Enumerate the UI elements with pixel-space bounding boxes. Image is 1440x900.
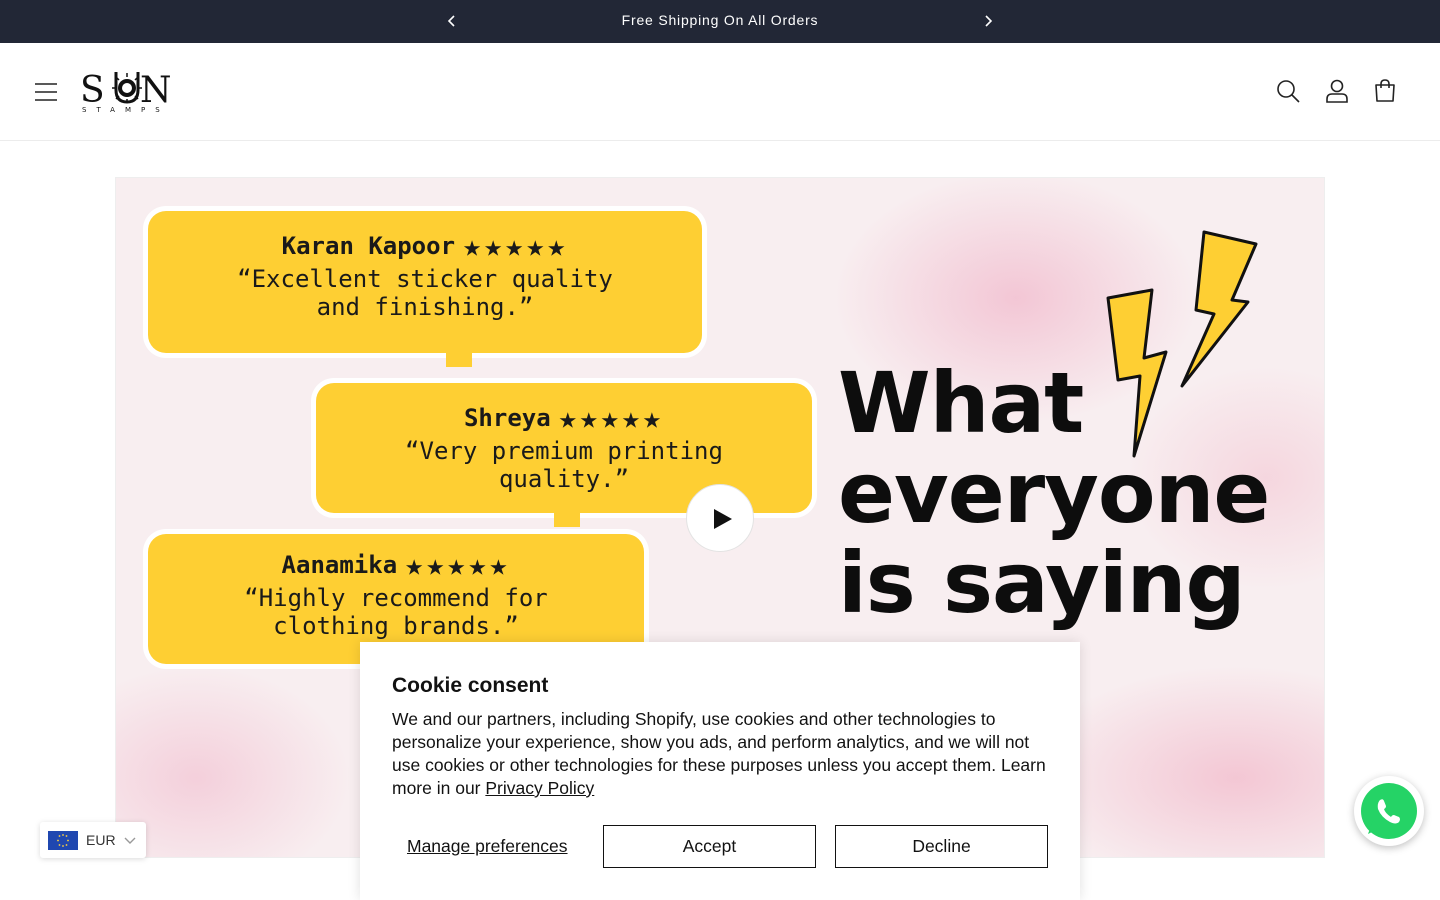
review-quote-line: and finishing.” [316, 293, 534, 321]
whatsapp-button[interactable] [1354, 776, 1424, 846]
play-button[interactable] [686, 484, 754, 552]
play-icon [714, 509, 732, 529]
currency-code: EUR [86, 832, 116, 848]
review-bubble: Karan Kapoor ★★★★★ “Excellent sticker qua… [148, 211, 702, 367]
headline-line: What [838, 354, 1084, 452]
logo-letter-n: N [140, 70, 172, 111]
site-header: S N STAMPS [0, 43, 1440, 141]
manage-preferences-link[interactable]: Manage preferences [407, 836, 568, 857]
review-quote-line: “Very premium printing [405, 437, 723, 465]
star-rating: ★★★★★ [558, 401, 664, 436]
announcement-text: Free Shipping On All Orders [621, 12, 819, 28]
review-quote-line: clothing brands.” [273, 612, 519, 640]
whatsapp-icon [1361, 783, 1417, 839]
logo-letter-s: S [80, 70, 105, 111]
menu-icon[interactable] [33, 79, 59, 105]
cookie-body: We and our partners, including Shopify, … [392, 708, 1048, 800]
decline-button[interactable]: Decline [835, 825, 1048, 868]
cart-icon[interactable] [1371, 77, 1399, 105]
hero-headline: What everyone is saying [838, 358, 1308, 628]
review-quote-line: “Highly recommend for [244, 584, 548, 612]
headline-line: is saying [838, 534, 1246, 632]
privacy-policy-link[interactable]: Privacy Policy [485, 778, 594, 798]
chevron-down-icon [124, 837, 136, 844]
announcement-bar: Free Shipping On All Orders [0, 0, 1440, 43]
reviewer-name: Karan Kapoor [281, 232, 456, 260]
chevron-right-icon[interactable] [978, 11, 998, 31]
search-icon[interactable] [1274, 77, 1302, 105]
eu-flag-icon [48, 831, 78, 850]
star-rating: ★★★★★ [463, 229, 569, 264]
sun-stamps-logo[interactable]: S N STAMPS [80, 68, 174, 114]
logo-subtext: STAMPS [82, 106, 170, 114]
reviewer-name: Shreya [463, 404, 551, 432]
headline-line: everyone [838, 444, 1270, 542]
currency-selector[interactable]: EUR [40, 822, 146, 858]
accept-button[interactable]: Accept [603, 825, 816, 868]
star-rating: ★★★★★ [405, 548, 511, 583]
reviewer-name: Aanamika [281, 551, 398, 579]
cookie-title: Cookie consent [392, 674, 549, 697]
account-icon[interactable] [1323, 77, 1351, 105]
review-quote-line: “Excellent sticker quality [237, 265, 613, 293]
cookie-consent-dialog: Cookie consent We and our partners, incl… [360, 642, 1080, 900]
